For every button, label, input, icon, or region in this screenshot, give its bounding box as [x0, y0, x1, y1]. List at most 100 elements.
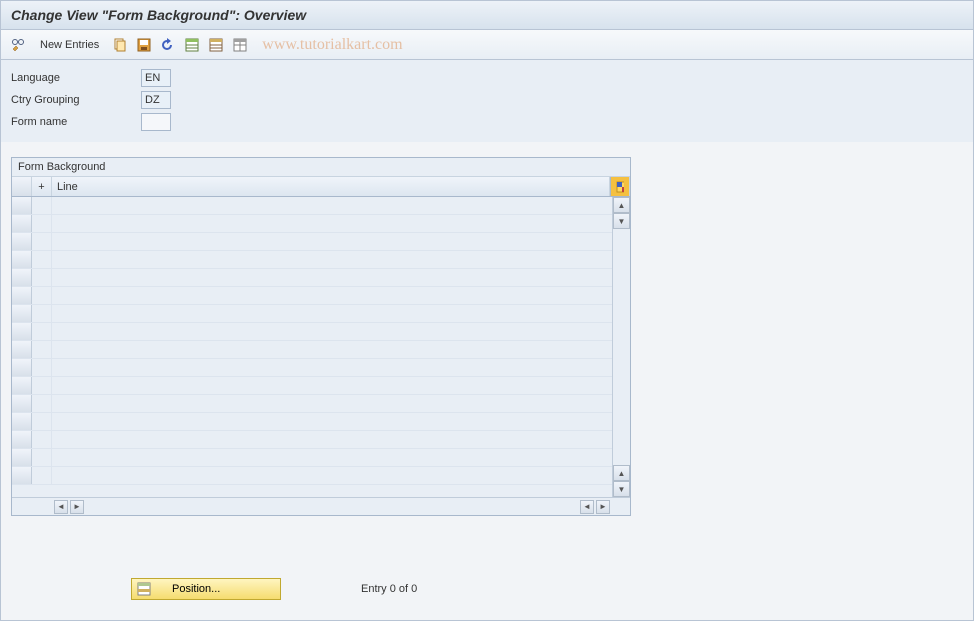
table-row[interactable]: [12, 323, 612, 341]
table-row[interactable]: [12, 269, 612, 287]
scroll-up-step-button[interactable]: ▲: [613, 465, 630, 481]
row-line-cell[interactable]: [52, 251, 612, 268]
row-plus-cell[interactable]: [32, 413, 52, 430]
row-plus-cell[interactable]: [32, 359, 52, 376]
row-line-cell[interactable]: [52, 287, 612, 304]
row-selector[interactable]: [12, 449, 32, 466]
select-all-button[interactable]: [182, 35, 202, 55]
scroll-right-button[interactable]: ►: [596, 500, 610, 514]
row-plus-cell[interactable]: [32, 341, 52, 358]
row-line-cell[interactable]: [52, 197, 612, 214]
row-plus-cell[interactable]: [32, 467, 52, 484]
column-header-plus[interactable]: +: [32, 177, 52, 196]
table-row[interactable]: [12, 449, 612, 467]
table-title: Form Background: [12, 158, 630, 177]
table-config-button[interactable]: [610, 177, 630, 196]
copy-button[interactable]: [110, 35, 130, 55]
row-plus-cell[interactable]: [32, 233, 52, 250]
row-selector[interactable]: [12, 251, 32, 268]
row-line-cell[interactable]: [52, 377, 612, 394]
ctry-grouping-input[interactable]: [141, 91, 171, 109]
table-row[interactable]: [12, 305, 612, 323]
horizontal-scrollbar[interactable]: ◄ ► ◄ ►: [12, 497, 630, 515]
table-row[interactable]: [12, 215, 612, 233]
table-deselect-icon: [208, 37, 224, 53]
row-selector[interactable]: [12, 413, 32, 430]
row-selector[interactable]: [12, 359, 32, 376]
undo-icon: [160, 37, 176, 53]
row-plus-cell[interactable]: [32, 287, 52, 304]
save-button[interactable]: [134, 35, 154, 55]
row-selector[interactable]: [12, 287, 32, 304]
table-row[interactable]: [12, 413, 612, 431]
table-row[interactable]: [12, 341, 612, 359]
scroll-up-button[interactable]: ▲: [613, 197, 630, 213]
undo-button[interactable]: [158, 35, 178, 55]
row-line-cell[interactable]: [52, 341, 612, 358]
new-entries-button[interactable]: New Entries: [33, 36, 106, 54]
row-plus-cell[interactable]: [32, 449, 52, 466]
row-selector[interactable]: [12, 395, 32, 412]
row-line-cell[interactable]: [52, 359, 612, 376]
row-selector[interactable]: [12, 215, 32, 232]
row-line-cell[interactable]: [52, 395, 612, 412]
row-selector[interactable]: [12, 269, 32, 286]
toggle-view-button[interactable]: [9, 35, 29, 55]
row-plus-cell[interactable]: [32, 395, 52, 412]
column-header-selector[interactable]: [12, 177, 32, 196]
scroll-left-button[interactable]: ◄: [54, 500, 68, 514]
row-selector[interactable]: [12, 323, 32, 340]
table-row[interactable]: [12, 251, 612, 269]
table-row[interactable]: [12, 287, 612, 305]
table-row[interactable]: [12, 197, 612, 215]
row-line-cell[interactable]: [52, 215, 612, 232]
form-background-table: Form Background + Line ▲ ▼ ▲ ▼: [11, 157, 631, 516]
table-row[interactable]: [12, 233, 612, 251]
row-line-cell[interactable]: [52, 449, 612, 466]
row-selector[interactable]: [12, 233, 32, 250]
row-plus-cell[interactable]: [32, 215, 52, 232]
language-input[interactable]: [141, 69, 171, 87]
scroll-left-step-button[interactable]: ◄: [580, 500, 594, 514]
row-plus-cell[interactable]: [32, 377, 52, 394]
row-line-cell[interactable]: [52, 269, 612, 286]
form-area: Language Ctry Grouping Form name: [1, 60, 973, 142]
scroll-down-button[interactable]: ▼: [613, 481, 630, 497]
ctry-grouping-row: Ctry Grouping: [11, 90, 963, 110]
scroll-right-step-button[interactable]: ►: [70, 500, 84, 514]
table-row[interactable]: [12, 377, 612, 395]
row-line-cell[interactable]: [52, 305, 612, 322]
row-line-cell[interactable]: [52, 467, 612, 484]
row-selector[interactable]: [12, 467, 32, 484]
row-plus-cell[interactable]: [32, 269, 52, 286]
watermark-text: www.tutorialkart.com: [262, 36, 402, 54]
form-name-input[interactable]: [141, 113, 171, 131]
scroll-down-step-button[interactable]: ▼: [613, 213, 630, 229]
pencil-glasses-icon: [11, 37, 27, 53]
row-line-cell[interactable]: [52, 431, 612, 448]
table-row[interactable]: [12, 395, 612, 413]
table-config-icon: [616, 181, 624, 193]
row-selector[interactable]: [12, 341, 32, 358]
deselect-all-button[interactable]: [206, 35, 226, 55]
vertical-scrollbar[interactable]: ▲ ▼ ▲ ▼: [612, 197, 630, 497]
row-line-cell[interactable]: [52, 323, 612, 340]
row-selector[interactable]: [12, 377, 32, 394]
delimit-button[interactable]: [230, 35, 250, 55]
row-plus-cell[interactable]: [32, 197, 52, 214]
row-plus-cell[interactable]: [32, 323, 52, 340]
table-row[interactable]: [12, 467, 612, 485]
table-row[interactable]: [12, 431, 612, 449]
row-plus-cell[interactable]: [32, 251, 52, 268]
row-selector[interactable]: [12, 305, 32, 322]
column-header-line[interactable]: Line: [52, 177, 610, 196]
position-button[interactable]: Position...: [131, 578, 281, 600]
row-plus-cell[interactable]: [32, 431, 52, 448]
table-row[interactable]: [12, 359, 612, 377]
row-selector[interactable]: [12, 431, 32, 448]
row-selector[interactable]: [12, 197, 32, 214]
row-line-cell[interactable]: [52, 233, 612, 250]
row-line-cell[interactable]: [52, 413, 612, 430]
form-name-label: Form name: [11, 116, 141, 128]
row-plus-cell[interactable]: [32, 305, 52, 322]
